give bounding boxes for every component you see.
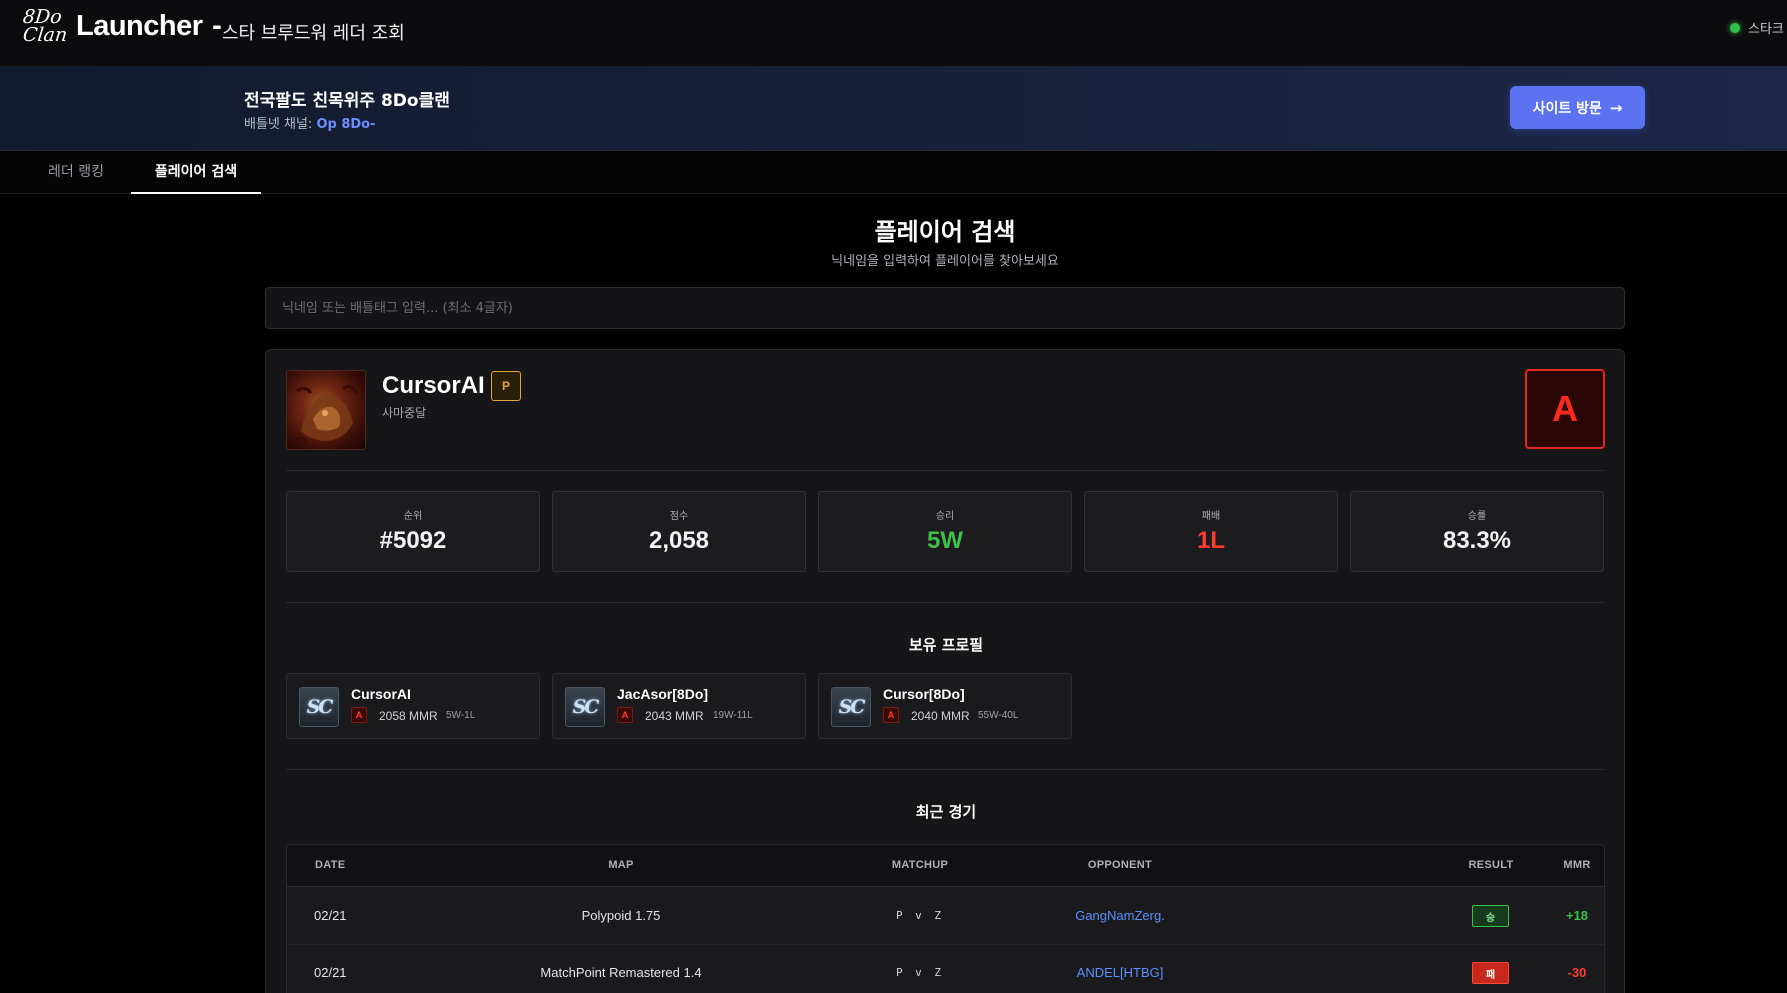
profile-name: JacAsor[8Do] xyxy=(617,686,709,702)
app-title-dash: - xyxy=(212,10,222,42)
match-map: Polypoid 1.75 xyxy=(581,908,661,923)
profile-grade-badge: A xyxy=(617,707,633,723)
match-date: 02/21 xyxy=(314,965,347,980)
stat-value: 1L xyxy=(1196,527,1225,554)
match-date: 02/21 xyxy=(314,908,347,923)
match-matchup: P v Z xyxy=(895,966,945,979)
profile-grade-badge: A xyxy=(883,707,899,723)
starcraft-logo-icon: SC xyxy=(565,687,605,727)
banner-channel: 배틀넷 채널: Op 8Do- xyxy=(244,113,376,132)
stat-label: 승률 xyxy=(1467,511,1487,522)
column-result: RESULT xyxy=(1468,859,1514,871)
status-text: 스타크 xyxy=(1748,22,1784,37)
banner-channel-name: Op 8Do- xyxy=(316,117,376,132)
visit-site-button[interactable]: 사이트 방문 → xyxy=(1510,86,1645,129)
divider xyxy=(286,470,1605,471)
player-avatar xyxy=(286,370,366,450)
tab-ladder-ranking[interactable]: 레더 랭킹 xyxy=(26,152,126,194)
status-dot-icon xyxy=(1730,22,1740,33)
profile-name: CursorAI xyxy=(351,686,411,702)
top-bar: 8Do Clan Launcher - 스타 브루드워 레더 조회 스타크 xyxy=(0,0,1787,66)
profile-item[interactable]: SC CursorAI A 2058 MMR 5W-1L xyxy=(286,673,540,739)
stat-label: 승리 xyxy=(935,511,955,522)
stat-value: 83.3% xyxy=(1442,527,1512,554)
column-matchup: MATCHUP xyxy=(891,859,949,871)
search-input[interactable] xyxy=(265,287,1625,329)
tab-bar: 레더 랭킹 플레이어 검색 xyxy=(0,152,1787,194)
player-card: CursorAI P 사마중달 A 순위 #5092 점수 2,058 승리 5… xyxy=(265,349,1625,993)
banner-title: 전국팔도 친목위주 8Do클랜 xyxy=(244,91,450,111)
page-title: 플레이어 검색 xyxy=(874,218,1016,246)
arrow-right-icon: → xyxy=(1609,98,1623,117)
player-subtitle: 사마중달 xyxy=(382,406,427,420)
profile-item[interactable]: SC JacAsor[8Do] A 2043 MMR 19W-11L xyxy=(552,673,806,739)
status-indicator: 스타크 xyxy=(1730,18,1784,37)
stat-label: 순위 xyxy=(403,511,423,522)
column-mmr: MMR xyxy=(1563,859,1591,871)
matches-section-title: 최근 경기 xyxy=(915,803,977,821)
starcraft-logo-icon: SC xyxy=(299,687,339,727)
divider xyxy=(286,602,1605,603)
app-title: Launcher - xyxy=(76,10,223,43)
starcraft-logo-icon: SC xyxy=(831,687,871,727)
profile-mmr: 2043 MMR xyxy=(645,709,704,723)
stat-label: 패배 xyxy=(1201,511,1221,522)
stat-losses: 패배 1L xyxy=(1084,491,1338,572)
profile-grade-badge: A xyxy=(351,707,367,723)
result-win-badge: 승 xyxy=(1472,905,1509,927)
profile-record: 5W-1L xyxy=(446,710,476,721)
stat-score: 점수 2,058 xyxy=(552,491,806,572)
grade-badge: A xyxy=(1525,369,1605,449)
tab-player-search[interactable]: 플레이어 검색 xyxy=(131,152,261,194)
page-subtitle: 닉네임을 입력하여 플레이어를 찾아보세요 xyxy=(831,254,1059,269)
result-loss-badge: 패 xyxy=(1472,962,1509,984)
profile-mmr: 2040 MMR xyxy=(911,709,970,723)
stat-value: #5092 xyxy=(379,527,447,554)
stat-label: 점수 xyxy=(669,511,689,522)
clan-logo[interactable]: 8Do Clan xyxy=(20,6,69,46)
race-badge: P xyxy=(491,371,521,401)
profile-name: Cursor[8Do] xyxy=(883,686,965,702)
profile-item[interactable]: SC Cursor[8Do] A 2040 MMR 55W-40L xyxy=(818,673,1072,739)
visit-site-label: 사이트 방문 xyxy=(1532,100,1602,117)
match-opponent-link[interactable]: GangNamZerg. xyxy=(1015,908,1225,923)
stat-value: 5W xyxy=(927,527,963,554)
profiles-section-title: 보유 프로필 xyxy=(908,636,984,654)
app-title-text: Launcher xyxy=(76,10,203,42)
profile-mmr: 2058 MMR xyxy=(379,709,438,723)
divider xyxy=(286,769,1605,770)
clan-banner: 전국팔도 친목위주 8Do클랜 배틀넷 채널: Op 8Do- 사이트 방문 → xyxy=(0,66,1787,151)
stat-rank: 순위 #5092 xyxy=(286,491,540,572)
table-row[interactable]: 02/21 MatchPoint Remastered 1.4 P v Z AN… xyxy=(287,945,1604,993)
match-mmr-change: -30 xyxy=(1567,965,1587,980)
match-mmr-change: +18 xyxy=(1565,908,1589,923)
match-map: MatchPoint Remastered 1.4 xyxy=(540,965,702,980)
stat-value: 2,058 xyxy=(648,527,710,554)
profile-record: 55W-40L xyxy=(978,710,1019,721)
logo-line-2: Clan xyxy=(21,24,69,46)
match-opponent-link[interactable]: ANDEL[HTBG] xyxy=(1015,965,1225,980)
profile-record: 19W-11L xyxy=(713,710,753,721)
stat-winrate: 승률 83.3% xyxy=(1350,491,1604,572)
player-name: CursorAI xyxy=(382,372,485,399)
column-opponent: OPPONENT xyxy=(1087,859,1153,871)
table-header: DATE MAP MATCHUP OPPONENT RESULT MMR xyxy=(287,845,1604,887)
zerg-portrait-icon xyxy=(294,385,359,446)
match-matchup: P v Z xyxy=(895,909,945,922)
stat-wins: 승리 5W xyxy=(818,491,1072,572)
banner-channel-label: 배틀넷 채널: xyxy=(244,117,317,132)
table-row[interactable]: 02/21 Polypoid 1.75 P v Z GangNamZerg. 승… xyxy=(287,888,1604,945)
app-subtitle: 스타 브루드워 레더 조회 xyxy=(222,23,405,44)
matches-table: DATE MAP MATCHUP OPPONENT RESULT MMR 02/… xyxy=(286,844,1605,993)
